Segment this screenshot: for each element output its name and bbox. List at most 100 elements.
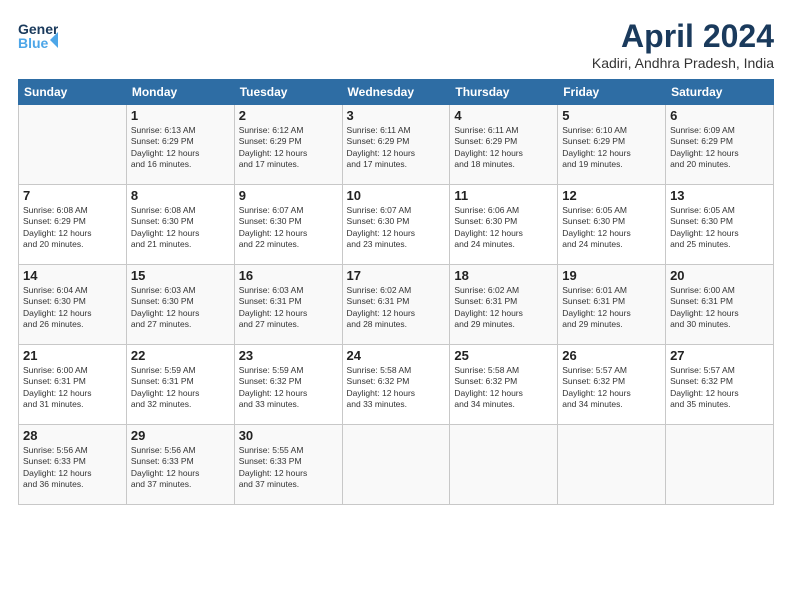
day-number: 12: [562, 188, 661, 203]
calendar-cell: 21 Sunrise: 6:00 AM Sunset: 6:31 PM Dayli…: [19, 345, 127, 425]
calendar-cell: 19 Sunrise: 6:01 AM Sunset: 6:31 PM Dayli…: [558, 265, 666, 345]
calendar-cell: 18 Sunrise: 6:02 AM Sunset: 6:31 PM Dayli…: [450, 265, 558, 345]
calendar-cell: [19, 105, 127, 185]
day-info: Sunrise: 5:59 AM Sunset: 6:32 PM Dayligh…: [239, 365, 338, 411]
header-area: General Blue April 2024 Kadiri, Andhra P…: [18, 18, 774, 71]
calendar-cell: 13 Sunrise: 6:05 AM Sunset: 6:30 PM Dayli…: [666, 185, 774, 265]
day-info: Sunrise: 6:09 AM Sunset: 6:29 PM Dayligh…: [670, 125, 769, 171]
day-number: 25: [454, 348, 553, 363]
calendar-cell: 7Sunrise: 6:08 AM Sunset: 6:29 PM Daylig…: [19, 185, 127, 265]
col-wednesday: Wednesday: [342, 80, 450, 105]
day-number: 21: [23, 348, 122, 363]
day-number: 3: [347, 108, 446, 123]
day-info: Sunrise: 6:13 AM Sunset: 6:29 PM Dayligh…: [131, 125, 230, 171]
day-info: Sunrise: 5:56 AM Sunset: 6:33 PM Dayligh…: [131, 445, 230, 491]
day-info: Sunrise: 6:08 AM Sunset: 6:29 PM Dayligh…: [23, 205, 122, 251]
day-number: 16: [239, 268, 338, 283]
day-number: 22: [131, 348, 230, 363]
day-info: Sunrise: 6:00 AM Sunset: 6:31 PM Dayligh…: [670, 285, 769, 331]
day-info: Sunrise: 6:00 AM Sunset: 6:31 PM Dayligh…: [23, 365, 122, 411]
calendar-cell: 24 Sunrise: 5:58 AM Sunset: 6:32 PM Dayli…: [342, 345, 450, 425]
day-info: Sunrise: 6:01 AM Sunset: 6:31 PM Dayligh…: [562, 285, 661, 331]
col-friday: Friday: [558, 80, 666, 105]
day-number: 28: [23, 428, 122, 443]
day-number: 9: [239, 188, 338, 203]
day-number: 26: [562, 348, 661, 363]
day-info: Sunrise: 6:03 AM Sunset: 6:31 PM Dayligh…: [239, 285, 338, 331]
day-number: 10: [347, 188, 446, 203]
calendar-cell: 3 Sunrise: 6:11 AM Sunset: 6:29 PM Daylig…: [342, 105, 450, 185]
day-number: 24: [347, 348, 446, 363]
calendar-cell: 9Sunrise: 6:07 AM Sunset: 6:30 PM Daylig…: [234, 185, 342, 265]
calendar-cell: 6 Sunrise: 6:09 AM Sunset: 6:29 PM Daylig…: [666, 105, 774, 185]
calendar-cell: 26 Sunrise: 5:57 AM Sunset: 6:32 PM Dayli…: [558, 345, 666, 425]
calendar-week-row: 14Sunrise: 6:04 AM Sunset: 6:30 PM Dayli…: [19, 265, 774, 345]
calendar-cell: [342, 425, 450, 505]
day-number: 20: [670, 268, 769, 283]
calendar-cell: 22 Sunrise: 5:59 AM Sunset: 6:31 PM Dayli…: [126, 345, 234, 425]
col-sunday: Sunday: [19, 80, 127, 105]
day-number: 30: [239, 428, 338, 443]
calendar-week-row: 21 Sunrise: 6:00 AM Sunset: 6:31 PM Dayli…: [19, 345, 774, 425]
col-saturday: Saturday: [666, 80, 774, 105]
calendar-week-row: 7Sunrise: 6:08 AM Sunset: 6:29 PM Daylig…: [19, 185, 774, 265]
day-info: Sunrise: 5:55 AM Sunset: 6:33 PM Dayligh…: [239, 445, 338, 491]
day-number: 15: [131, 268, 230, 283]
calendar-cell: 2Sunrise: 6:12 AM Sunset: 6:29 PM Daylig…: [234, 105, 342, 185]
calendar-cell: 28Sunrise: 5:56 AM Sunset: 6:33 PM Dayli…: [19, 425, 127, 505]
day-number: 13: [670, 188, 769, 203]
calendar-cell: [558, 425, 666, 505]
day-info: Sunrise: 6:02 AM Sunset: 6:31 PM Dayligh…: [454, 285, 553, 331]
day-number: 19: [562, 268, 661, 283]
day-number: 17: [347, 268, 446, 283]
day-info: Sunrise: 6:06 AM Sunset: 6:30 PM Dayligh…: [454, 205, 553, 251]
calendar-cell: 8 Sunrise: 6:08 AM Sunset: 6:30 PM Daylig…: [126, 185, 234, 265]
calendar-cell: 30 Sunrise: 5:55 AM Sunset: 6:33 PM Dayli…: [234, 425, 342, 505]
calendar-cell: 5 Sunrise: 6:10 AM Sunset: 6:29 PM Daylig…: [558, 105, 666, 185]
calendar-cell: 25 Sunrise: 5:58 AM Sunset: 6:32 PM Dayli…: [450, 345, 558, 425]
col-thursday: Thursday: [450, 80, 558, 105]
calendar-cell: [666, 425, 774, 505]
day-info: Sunrise: 5:58 AM Sunset: 6:32 PM Dayligh…: [454, 365, 553, 411]
calendar-cell: 1 Sunrise: 6:13 AM Sunset: 6:29 PM Daylig…: [126, 105, 234, 185]
day-info: Sunrise: 5:58 AM Sunset: 6:32 PM Dayligh…: [347, 365, 446, 411]
day-info: Sunrise: 5:59 AM Sunset: 6:31 PM Dayligh…: [131, 365, 230, 411]
calendar-title: April 2024: [592, 18, 774, 55]
calendar-table: Sunday Monday Tuesday Wednesday Thursday…: [18, 79, 774, 505]
calendar-cell: 17 Sunrise: 6:02 AM Sunset: 6:31 PM Dayli…: [342, 265, 450, 345]
day-number: 8: [131, 188, 230, 203]
title-area: April 2024 Kadiri, Andhra Pradesh, India: [592, 18, 774, 71]
day-number: 5: [562, 108, 661, 123]
day-info: Sunrise: 5:57 AM Sunset: 6:32 PM Dayligh…: [562, 365, 661, 411]
svg-text:Blue: Blue: [18, 35, 49, 51]
day-info: Sunrise: 6:08 AM Sunset: 6:30 PM Dayligh…: [131, 205, 230, 251]
day-info: Sunrise: 5:57 AM Sunset: 6:32 PM Dayligh…: [670, 365, 769, 411]
calendar-cell: 23 Sunrise: 5:59 AM Sunset: 6:32 PM Dayli…: [234, 345, 342, 425]
calendar-cell: 20 Sunrise: 6:00 AM Sunset: 6:31 PM Dayli…: [666, 265, 774, 345]
calendar-cell: 29 Sunrise: 5:56 AM Sunset: 6:33 PM Dayli…: [126, 425, 234, 505]
day-info: Sunrise: 6:05 AM Sunset: 6:30 PM Dayligh…: [562, 205, 661, 251]
calendar-cell: 4 Sunrise: 6:11 AM Sunset: 6:29 PM Daylig…: [450, 105, 558, 185]
calendar-cell: [450, 425, 558, 505]
col-monday: Monday: [126, 80, 234, 105]
day-number: 18: [454, 268, 553, 283]
day-info: Sunrise: 6:05 AM Sunset: 6:30 PM Dayligh…: [670, 205, 769, 251]
day-number: 29: [131, 428, 230, 443]
day-info: Sunrise: 6:10 AM Sunset: 6:29 PM Dayligh…: [562, 125, 661, 171]
day-number: 4: [454, 108, 553, 123]
calendar-cell: 27Sunrise: 5:57 AM Sunset: 6:32 PM Dayli…: [666, 345, 774, 425]
calendar-week-row: 1 Sunrise: 6:13 AM Sunset: 6:29 PM Daylig…: [19, 105, 774, 185]
day-info: Sunrise: 6:12 AM Sunset: 6:29 PM Dayligh…: [239, 125, 338, 171]
header-row: Sunday Monday Tuesday Wednesday Thursday…: [19, 80, 774, 105]
day-info: Sunrise: 6:11 AM Sunset: 6:29 PM Dayligh…: [454, 125, 553, 171]
calendar-page: General Blue April 2024 Kadiri, Andhra P…: [0, 0, 792, 612]
day-info: Sunrise: 6:07 AM Sunset: 6:30 PM Dayligh…: [347, 205, 446, 251]
day-number: 1: [131, 108, 230, 123]
day-info: Sunrise: 6:02 AM Sunset: 6:31 PM Dayligh…: [347, 285, 446, 331]
day-number: 6: [670, 108, 769, 123]
calendar-cell: 12 Sunrise: 6:05 AM Sunset: 6:30 PM Dayli…: [558, 185, 666, 265]
calendar-week-row: 28 Sunrise: 5:56 AM Sunset: 6:33 PM Dayli…: [19, 425, 774, 505]
calendar-cell: 11Sunrise: 6:06 AM Sunset: 6:30 PM Dayli…: [450, 185, 558, 265]
day-info: Sunrise: 6:11 AM Sunset: 6:29 PM Dayligh…: [347, 125, 446, 171]
day-number: 23: [239, 348, 338, 363]
